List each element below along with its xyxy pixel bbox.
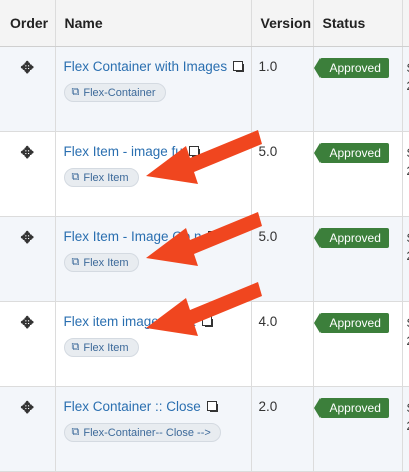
name-cell: Flex Item - Image Op n ⧉ Flex Item (55, 217, 251, 302)
snippets-table: Order Name Version Status R ✥ Flex Conta… (0, 0, 409, 472)
cubes-icon: ⧉ (72, 426, 80, 439)
move-icon[interactable]: ✥ (21, 401, 34, 417)
name-cell: Flex Container with Images ⧉ Flex-Contai… (55, 47, 251, 132)
column-header-status[interactable]: Status (313, 0, 402, 47)
status-cell: Approved (313, 132, 402, 217)
status-badge[interactable]: Approved (320, 313, 389, 333)
name-cell: Flex item image conta ⧉ Flex Item (55, 302, 251, 387)
status-cell: Approved (313, 302, 402, 387)
version-cell: 5.0 (251, 217, 313, 302)
snippet-title-link[interactable]: Flex Item - Image Op n (64, 229, 202, 244)
snippet-title-link[interactable]: Flex item image conta (64, 314, 196, 329)
category-badge-label: Flex Item (83, 172, 128, 184)
order-cell: ✥ (0, 132, 55, 217)
category-badge-label: Flex-Container-- Close --> (83, 427, 210, 439)
copy-icon[interactable] (233, 61, 245, 73)
version-cell: 1.0 (251, 47, 313, 132)
cubes-icon: ⧉ (72, 256, 80, 269)
name-cell: Flex Container :: Close ⧉ Flex-Container… (55, 387, 251, 472)
column-header-version[interactable]: Version (251, 0, 313, 47)
status-badge[interactable]: Approved (320, 398, 389, 418)
cubes-icon: ⧉ (72, 86, 80, 99)
category-badge[interactable]: ⧉ Flex Item (64, 253, 139, 272)
table-row: ✥ Flex Container with Images ⧉ Flex-Cont… (0, 47, 409, 132)
status-cell: Approved (313, 47, 402, 132)
snippet-title-link[interactable]: Flex Item - image fu (64, 144, 183, 159)
category-badge-label: Flex Item (83, 257, 128, 269)
status-badge[interactable]: Approved (320, 228, 389, 248)
version-cell: 4.0 (251, 302, 313, 387)
snippet-title-link[interactable]: Flex Container with Images (64, 59, 228, 74)
table-row: ✥ Flex item image conta ⧉ Flex Item 4.0 … (0, 302, 409, 387)
extra-cell: S 2 (402, 302, 409, 387)
order-cell: ✥ (0, 47, 55, 132)
move-icon[interactable]: ✥ (21, 146, 34, 162)
category-badge[interactable]: ⧉ Flex-Container-- Close --> (64, 423, 221, 442)
copy-icon[interactable] (189, 146, 201, 158)
column-header-name[interactable]: Name (55, 0, 251, 47)
category-badge[interactable]: ⧉ Flex Item (64, 338, 139, 357)
extra-cell: S 2 (402, 387, 409, 472)
copy-icon[interactable] (208, 231, 220, 243)
extra-cell: S 2 (402, 217, 409, 302)
category-badge-label: Flex Item (83, 342, 128, 354)
version-cell: 5.0 (251, 132, 313, 217)
category-badge[interactable]: ⧉ Flex-Container (64, 83, 166, 102)
move-icon[interactable]: ✥ (21, 231, 34, 247)
column-header-order[interactable]: Order (0, 0, 55, 47)
version-cell: 2.0 (251, 387, 313, 472)
table-row: ✥ Flex Container :: Close ⧉ Flex-Contain… (0, 387, 409, 472)
category-badge-label: Flex-Container (83, 87, 155, 99)
status-cell: Approved (313, 217, 402, 302)
order-cell: ✥ (0, 217, 55, 302)
name-cell: Flex Item - image fu ⧉ Flex Item (55, 132, 251, 217)
cubes-icon: ⧉ (72, 341, 80, 354)
copy-icon[interactable] (202, 316, 214, 328)
status-badge[interactable]: Approved (320, 58, 389, 78)
status-badge[interactable]: Approved (320, 143, 389, 163)
table-row: ✥ Flex Item - image fu ⧉ Flex Item 5.0 A… (0, 132, 409, 217)
table-row: ✥ Flex Item - Image Op n ⧉ Flex Item 5.0… (0, 217, 409, 302)
copy-icon[interactable] (207, 401, 219, 413)
order-cell: ✥ (0, 387, 55, 472)
extra-cell: S 2 (402, 132, 409, 217)
status-cell: Approved (313, 387, 402, 472)
category-badge[interactable]: ⧉ Flex Item (64, 168, 139, 187)
move-icon[interactable]: ✥ (21, 316, 34, 332)
cubes-icon: ⧉ (72, 171, 80, 184)
order-cell: ✥ (0, 302, 55, 387)
table-header-row: Order Name Version Status R (0, 0, 409, 47)
extra-cell: S 2 (402, 47, 409, 132)
column-header-extra[interactable]: R (402, 0, 409, 47)
move-icon[interactable]: ✥ (21, 61, 34, 77)
